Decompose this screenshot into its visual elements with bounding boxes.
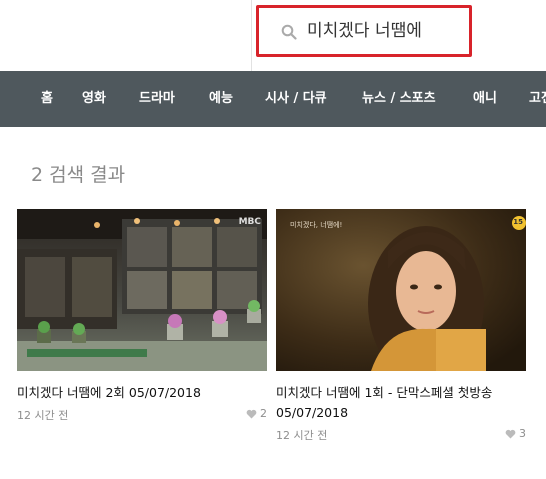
- top-header: 미치겠다 너땜에: [0, 0, 546, 71]
- video-title[interactable]: 미치겠다 너땜에 2회 05/07/2018: [17, 383, 267, 403]
- nav-item-home[interactable]: 홈: [41, 71, 53, 127]
- category-nav: 홈 영화 드라마 예능 시사 / 다큐 뉴스 / 스포츠 애니 고전: [0, 71, 546, 127]
- video-meta: 12 시간 전 2: [17, 407, 267, 425]
- nav-item-current-affairs[interactable]: 시사 / 다큐: [265, 71, 327, 127]
- search-icon[interactable]: [281, 24, 297, 40]
- nav-item-movies[interactable]: 영화: [82, 71, 106, 127]
- header-divider: [251, 0, 252, 71]
- video-title[interactable]: 미치겠다 너땜에 1회 - 단막스페셜 첫방송 05/07/2018: [276, 383, 526, 423]
- video-thumbnail[interactable]: 미치겠다, 너땜에! 15: [276, 209, 526, 371]
- video-time: 12 시간 전: [276, 429, 328, 442]
- nav-item-drama[interactable]: 드라마: [139, 71, 175, 127]
- search-results-heading: 2 검색 결과: [31, 164, 126, 186]
- like-count[interactable]: 2: [246, 407, 267, 420]
- video-time: 12 시간 전: [17, 409, 69, 422]
- thumbnail-image-portrait: [276, 209, 526, 371]
- channel-watermark: MBC: [238, 217, 261, 227]
- nav-item-news-sports[interactable]: 뉴스 / 스포츠: [362, 71, 436, 127]
- heart-icon[interactable]: [246, 409, 257, 419]
- video-meta: 12 시간 전 3: [276, 427, 526, 445]
- video-card[interactable]: 미치겠다, 너땜에! 15 미치겠다 너땜에 1회 - 단막스페셜 첫방송 05…: [276, 209, 526, 445]
- search-query-text[interactable]: 미치겠다 너땜에: [307, 19, 422, 43]
- thumbnail-caption: 미치겠다, 너땜에!: [290, 221, 343, 229]
- video-thumbnail[interactable]: MBC: [17, 209, 267, 371]
- search-box[interactable]: 미치겠다 너땜에: [256, 5, 472, 57]
- video-card[interactable]: MBC 미치겠다 너땜에 2회 05/07/2018 12 시간 전 2: [17, 209, 267, 425]
- like-count-value: 2: [260, 407, 267, 420]
- nav-item-variety[interactable]: 예능: [209, 71, 233, 127]
- nav-item-classic[interactable]: 고전: [529, 71, 546, 127]
- nav-item-anime[interactable]: 애니: [473, 71, 497, 127]
- rating-badge: 15: [513, 218, 523, 226]
- thumbnail-image-cafe: [17, 209, 267, 371]
- heart-icon[interactable]: [505, 429, 516, 439]
- like-count-value: 3: [519, 427, 526, 440]
- like-count[interactable]: 3: [505, 427, 526, 440]
